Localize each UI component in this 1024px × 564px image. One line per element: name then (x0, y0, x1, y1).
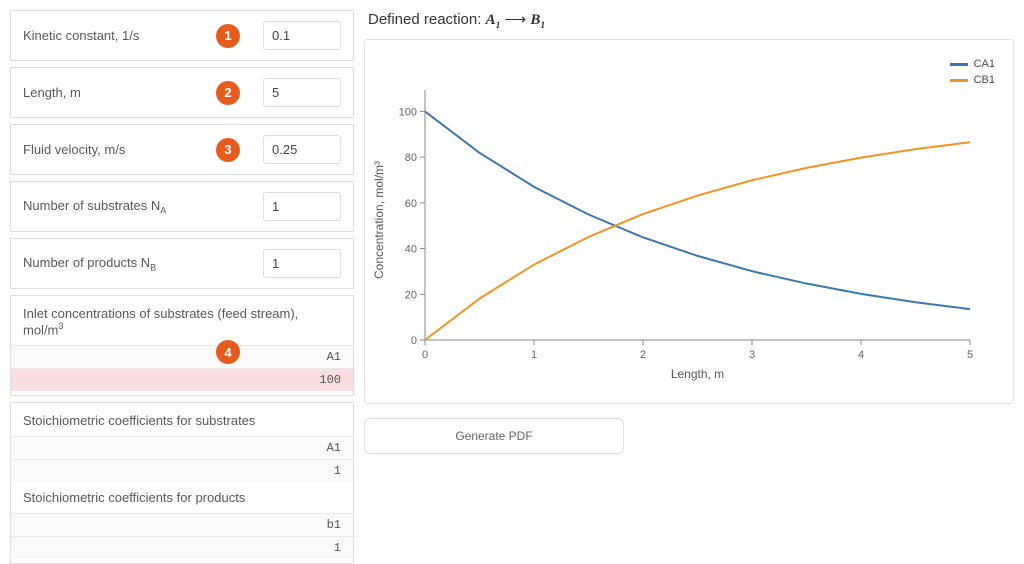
svg-text:80: 80 (405, 152, 417, 164)
param-num-substrates: Number of substrates NA (10, 181, 354, 232)
svg-text:1: 1 (531, 349, 537, 361)
num-products-input[interactable] (263, 249, 341, 278)
inlet-concentrations-section: Inlet concentrations of substrates (feed… (10, 295, 354, 396)
left-panel: Kinetic constant, 1/s 1 Length, m 2 Flui… (0, 0, 360, 547)
concentration-chart: 0 20 40 60 80 100 0 1 2 3 4 5 Length, m Concentration… (364, 39, 1014, 404)
step-marker-2: 2 (216, 81, 240, 105)
num-substrates-input[interactable] (263, 192, 341, 221)
legend-swatch-icon (950, 79, 968, 82)
param-label: Number of substrates NA (23, 198, 263, 216)
table-row: b1 (11, 513, 353, 536)
table-row: A1 (11, 345, 353, 368)
table-row[interactable]: 1 (11, 536, 353, 559)
section-title: Inlet concentrations of substrates (feed… (11, 306, 353, 345)
kinetic-constant-input[interactable] (263, 21, 341, 50)
svg-text:20: 20 (405, 289, 417, 301)
table-row[interactable]: 1 (11, 459, 353, 482)
param-label: Number of products NB (23, 255, 263, 273)
length-input[interactable] (263, 78, 341, 107)
table-row[interactable]: 100 (11, 368, 353, 391)
svg-text:3: 3 (749, 349, 755, 361)
reaction-header: Defined reaction: A1 ⟶ B1 (364, 6, 1014, 39)
legend-item-ca1: CA1 (950, 58, 995, 70)
svg-text:0: 0 (422, 349, 428, 361)
step-marker-4: 4 (216, 340, 240, 364)
svg-text:Length, m: Length, m (671, 367, 724, 381)
section-title: Stoichiometric coefficients for products (11, 482, 353, 513)
table-row: A1 (11, 436, 353, 459)
svg-text:100: 100 (399, 106, 417, 118)
generate-pdf-button[interactable]: Generate PDF (364, 418, 624, 454)
legend-swatch-icon (950, 63, 968, 66)
fluid-velocity-input[interactable] (263, 135, 341, 164)
right-panel: Defined reaction: A1 ⟶ B1 0 20 40 60 80 100 0 1… (360, 0, 1024, 547)
svg-text:2: 2 (640, 349, 646, 361)
step-marker-3: 3 (216, 138, 240, 162)
section-title: Stoichiometric coefficients for substrat… (11, 413, 353, 436)
param-fluid-velocity: Fluid velocity, m/s 3 (10, 124, 354, 175)
svg-text:60: 60 (405, 198, 417, 210)
svg-text:5: 5 (967, 349, 973, 361)
svg-text:Concentration, mol/m³: Concentration, mol/m³ (372, 161, 386, 279)
param-length: Length, m 2 (10, 67, 354, 118)
svg-text:0: 0 (411, 335, 417, 347)
param-kinetic-constant: Kinetic constant, 1/s 1 (10, 10, 354, 61)
step-marker-1: 1 (216, 24, 240, 48)
chart-legend: CA1 CB1 (950, 58, 995, 90)
stoich-substrates-section: Stoichiometric coefficients for substrat… (10, 402, 354, 564)
legend-item-cb1: CB1 (950, 74, 995, 86)
svg-text:40: 40 (405, 244, 417, 256)
param-num-products: Number of products NB (10, 238, 354, 289)
svg-text:4: 4 (858, 349, 864, 361)
